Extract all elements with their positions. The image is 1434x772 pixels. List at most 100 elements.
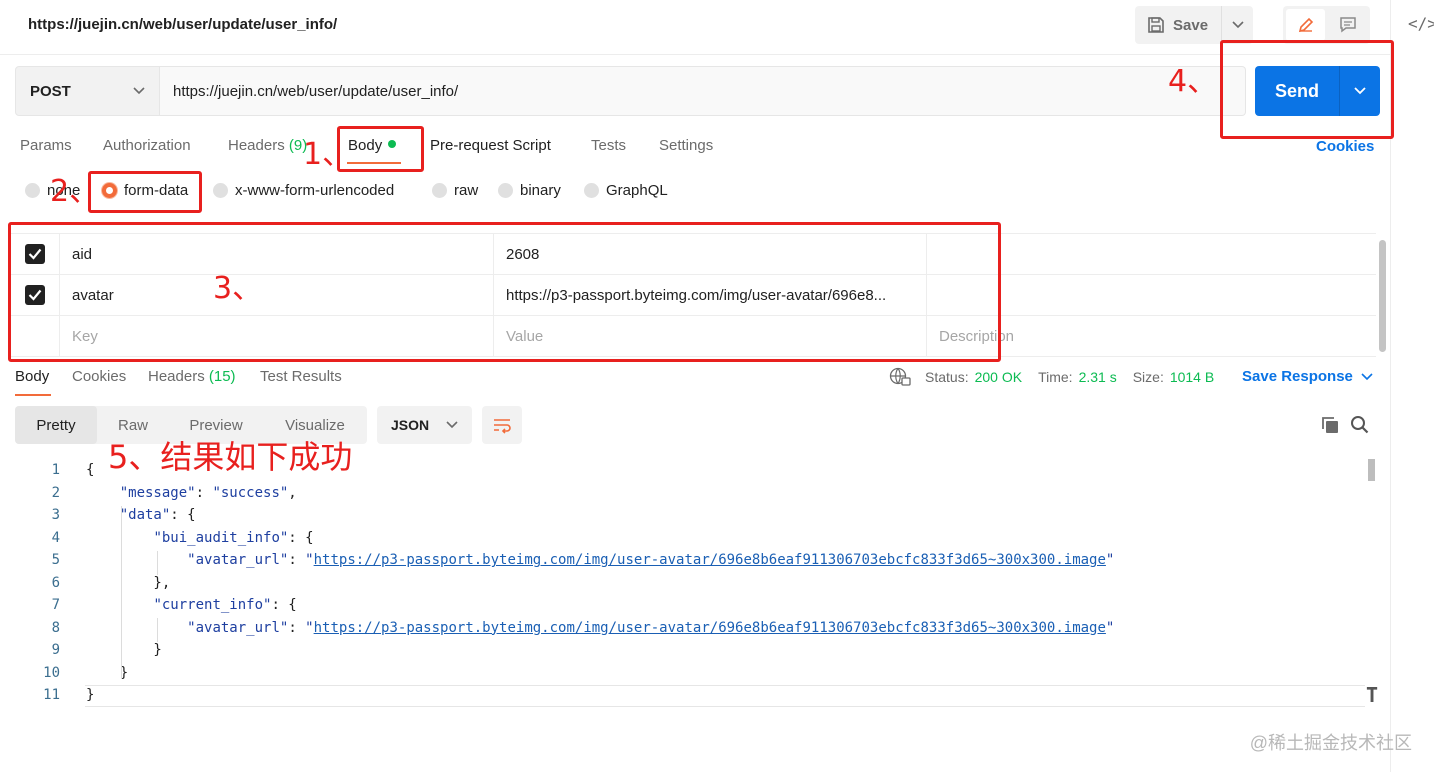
- watermark: @稀土掘金技术社区: [1249, 733, 1412, 753]
- save-icon: [1148, 17, 1164, 33]
- response-tab-test-results[interactable]: Test Results: [260, 368, 342, 385]
- code-text: },: [86, 574, 171, 591]
- cookies-link[interactable]: Cookies: [1316, 138, 1374, 155]
- code-text: "data": {: [119, 507, 196, 524]
- text-cursor-icon: T: [1366, 683, 1379, 707]
- code-line: 6 },: [0, 572, 1370, 595]
- line-number: 1: [51, 462, 60, 479]
- line-number: 6: [51, 574, 60, 591]
- line-number: 3: [51, 507, 60, 524]
- save-response-label: Save Response: [1242, 368, 1353, 385]
- tab-params[interactable]: Params: [20, 137, 72, 154]
- tab-headers-label: Headers: [228, 137, 285, 154]
- tab-settings[interactable]: Settings: [659, 137, 713, 154]
- radio-label: raw: [454, 182, 479, 199]
- radio-graphql[interactable]: GraphQL: [584, 182, 668, 199]
- json-key: "avatar_url": [187, 552, 289, 569]
- save-options-button[interactable]: [1222, 21, 1253, 29]
- radio-label: GraphQL: [606, 182, 668, 199]
- method-select[interactable]: POST: [15, 66, 160, 116]
- radio-circle-icon: [213, 183, 228, 198]
- response-tab-headers-count: (15): [208, 368, 236, 385]
- save-button[interactable]: Save: [1135, 6, 1221, 44]
- tab-headers[interactable]: Headers (9): [228, 137, 307, 154]
- wrap-lines-icon: [494, 419, 511, 434]
- save-response-button[interactable]: Save Response: [1242, 368, 1373, 385]
- code-text: "avatar_url": "https://p3-passport.bytei…: [187, 619, 1115, 636]
- format-select[interactable]: JSON: [377, 406, 472, 444]
- response-tab-headers[interactable]: Headers (15): [148, 368, 236, 385]
- chevron-down-icon: [1361, 372, 1373, 380]
- annotation-step-4: 4、: [1168, 64, 1218, 99]
- code-text: }: [86, 642, 162, 659]
- code-text: "avatar_url": "https://p3-passport.bytei…: [187, 552, 1115, 569]
- radio-raw[interactable]: raw: [432, 182, 478, 199]
- response-tab-cookies[interactable]: Cookies: [72, 368, 126, 385]
- indent-guide: [121, 506, 122, 679]
- pencil-icon: [1298, 17, 1313, 33]
- line-number: 7: [51, 597, 60, 614]
- response-body-code[interactable]: 1 { 2 "message": "success", 3 "data": { 4…: [0, 459, 1370, 707]
- code-text: }: [86, 664, 129, 681]
- status-label: Status:: [925, 369, 969, 385]
- code-scrollbar[interactable]: [1368, 459, 1375, 481]
- chevron-down-icon: [446, 421, 458, 429]
- response-active-tab-indicator: [15, 394, 51, 396]
- url-input[interactable]: https://juejin.cn/web/user/update/user_i…: [160, 66, 1246, 116]
- line-number: 11: [43, 687, 60, 704]
- json-key: "bui_audit_info": [153, 529, 289, 546]
- time-label: Time:: [1038, 369, 1073, 385]
- radio-circle-icon: [432, 183, 447, 198]
- line-number: 2: [51, 484, 60, 501]
- globe-lock-icon[interactable]: [889, 367, 911, 387]
- tab-tests[interactable]: Tests: [591, 137, 626, 154]
- table-scrollbar[interactable]: [1379, 240, 1386, 352]
- chevron-down-icon: [133, 87, 145, 95]
- code-line: 8 "avatar_url": "https://p3-passport.byt…: [0, 617, 1370, 640]
- code-text: "bui_audit_info": {: [153, 529, 314, 546]
- json-url-link[interactable]: https://p3-passport.byteimg.com/img/user…: [314, 552, 1106, 568]
- code-text: }: [86, 687, 95, 704]
- code-text: {: [86, 462, 95, 479]
- annotation-step-3: 3、: [213, 271, 263, 306]
- header-divider: [0, 54, 1390, 55]
- json-key: "current_info": [153, 597, 272, 614]
- comment-mode-button[interactable]: [1328, 9, 1367, 41]
- editor-mode-toggle: [1283, 6, 1370, 44]
- annotation-step-2: 2、: [50, 174, 100, 209]
- request-title: https://juejin.cn/web/user/update/user_i…: [28, 16, 338, 33]
- line-number: 4: [51, 529, 60, 546]
- copy-icon[interactable]: [1320, 415, 1340, 440]
- chevron-down-icon: [1231, 21, 1244, 29]
- code-line: 9 }: [0, 639, 1370, 662]
- json-url-link[interactable]: https://p3-passport.byteimg.com/img/user…: [314, 620, 1106, 636]
- json-string: "success": [212, 484, 289, 501]
- radio-binary[interactable]: binary: [498, 182, 561, 199]
- code-line: 5 "avatar_url": "https://p3-passport.byt…: [0, 549, 1370, 572]
- code-line: 10 }: [0, 662, 1370, 685]
- annotation-box-send: [1220, 40, 1394, 139]
- response-tab-body[interactable]: Body: [15, 368, 49, 385]
- json-key: "message": [119, 484, 196, 501]
- view-pretty-button[interactable]: Pretty: [15, 406, 97, 444]
- code-line: 2 "message": "success",: [0, 482, 1370, 505]
- tab-pre-request-script[interactable]: Pre-request Script: [430, 137, 551, 154]
- indent-guide: [157, 618, 158, 642]
- radio-x-www-form-urlencoded[interactable]: x-www-form-urlencoded: [213, 182, 394, 199]
- code-line: 4 "bui_audit_info": {: [0, 527, 1370, 550]
- comment-icon: [1339, 17, 1356, 33]
- tab-authorization[interactable]: Authorization: [103, 137, 191, 154]
- annotation-step-5: 5、结果如下成功: [108, 438, 353, 476]
- annotation-box-form-data: [88, 171, 202, 213]
- code-text: "current_info": {: [153, 597, 297, 614]
- code-text: "message": "success",: [119, 484, 297, 501]
- radio-label: x-www-form-urlencoded: [235, 182, 395, 199]
- code-snippet-icon[interactable]: </>: [1408, 14, 1434, 33]
- save-label: Save: [1173, 16, 1209, 34]
- search-icon[interactable]: [1350, 415, 1370, 440]
- save-button-group: Save: [1135, 6, 1253, 44]
- status-value: 200 OK: [974, 369, 1023, 385]
- edit-mode-button[interactable]: [1286, 9, 1325, 41]
- code-line: 7 "current_info": {: [0, 594, 1370, 617]
- wrap-lines-button[interactable]: [482, 406, 522, 444]
